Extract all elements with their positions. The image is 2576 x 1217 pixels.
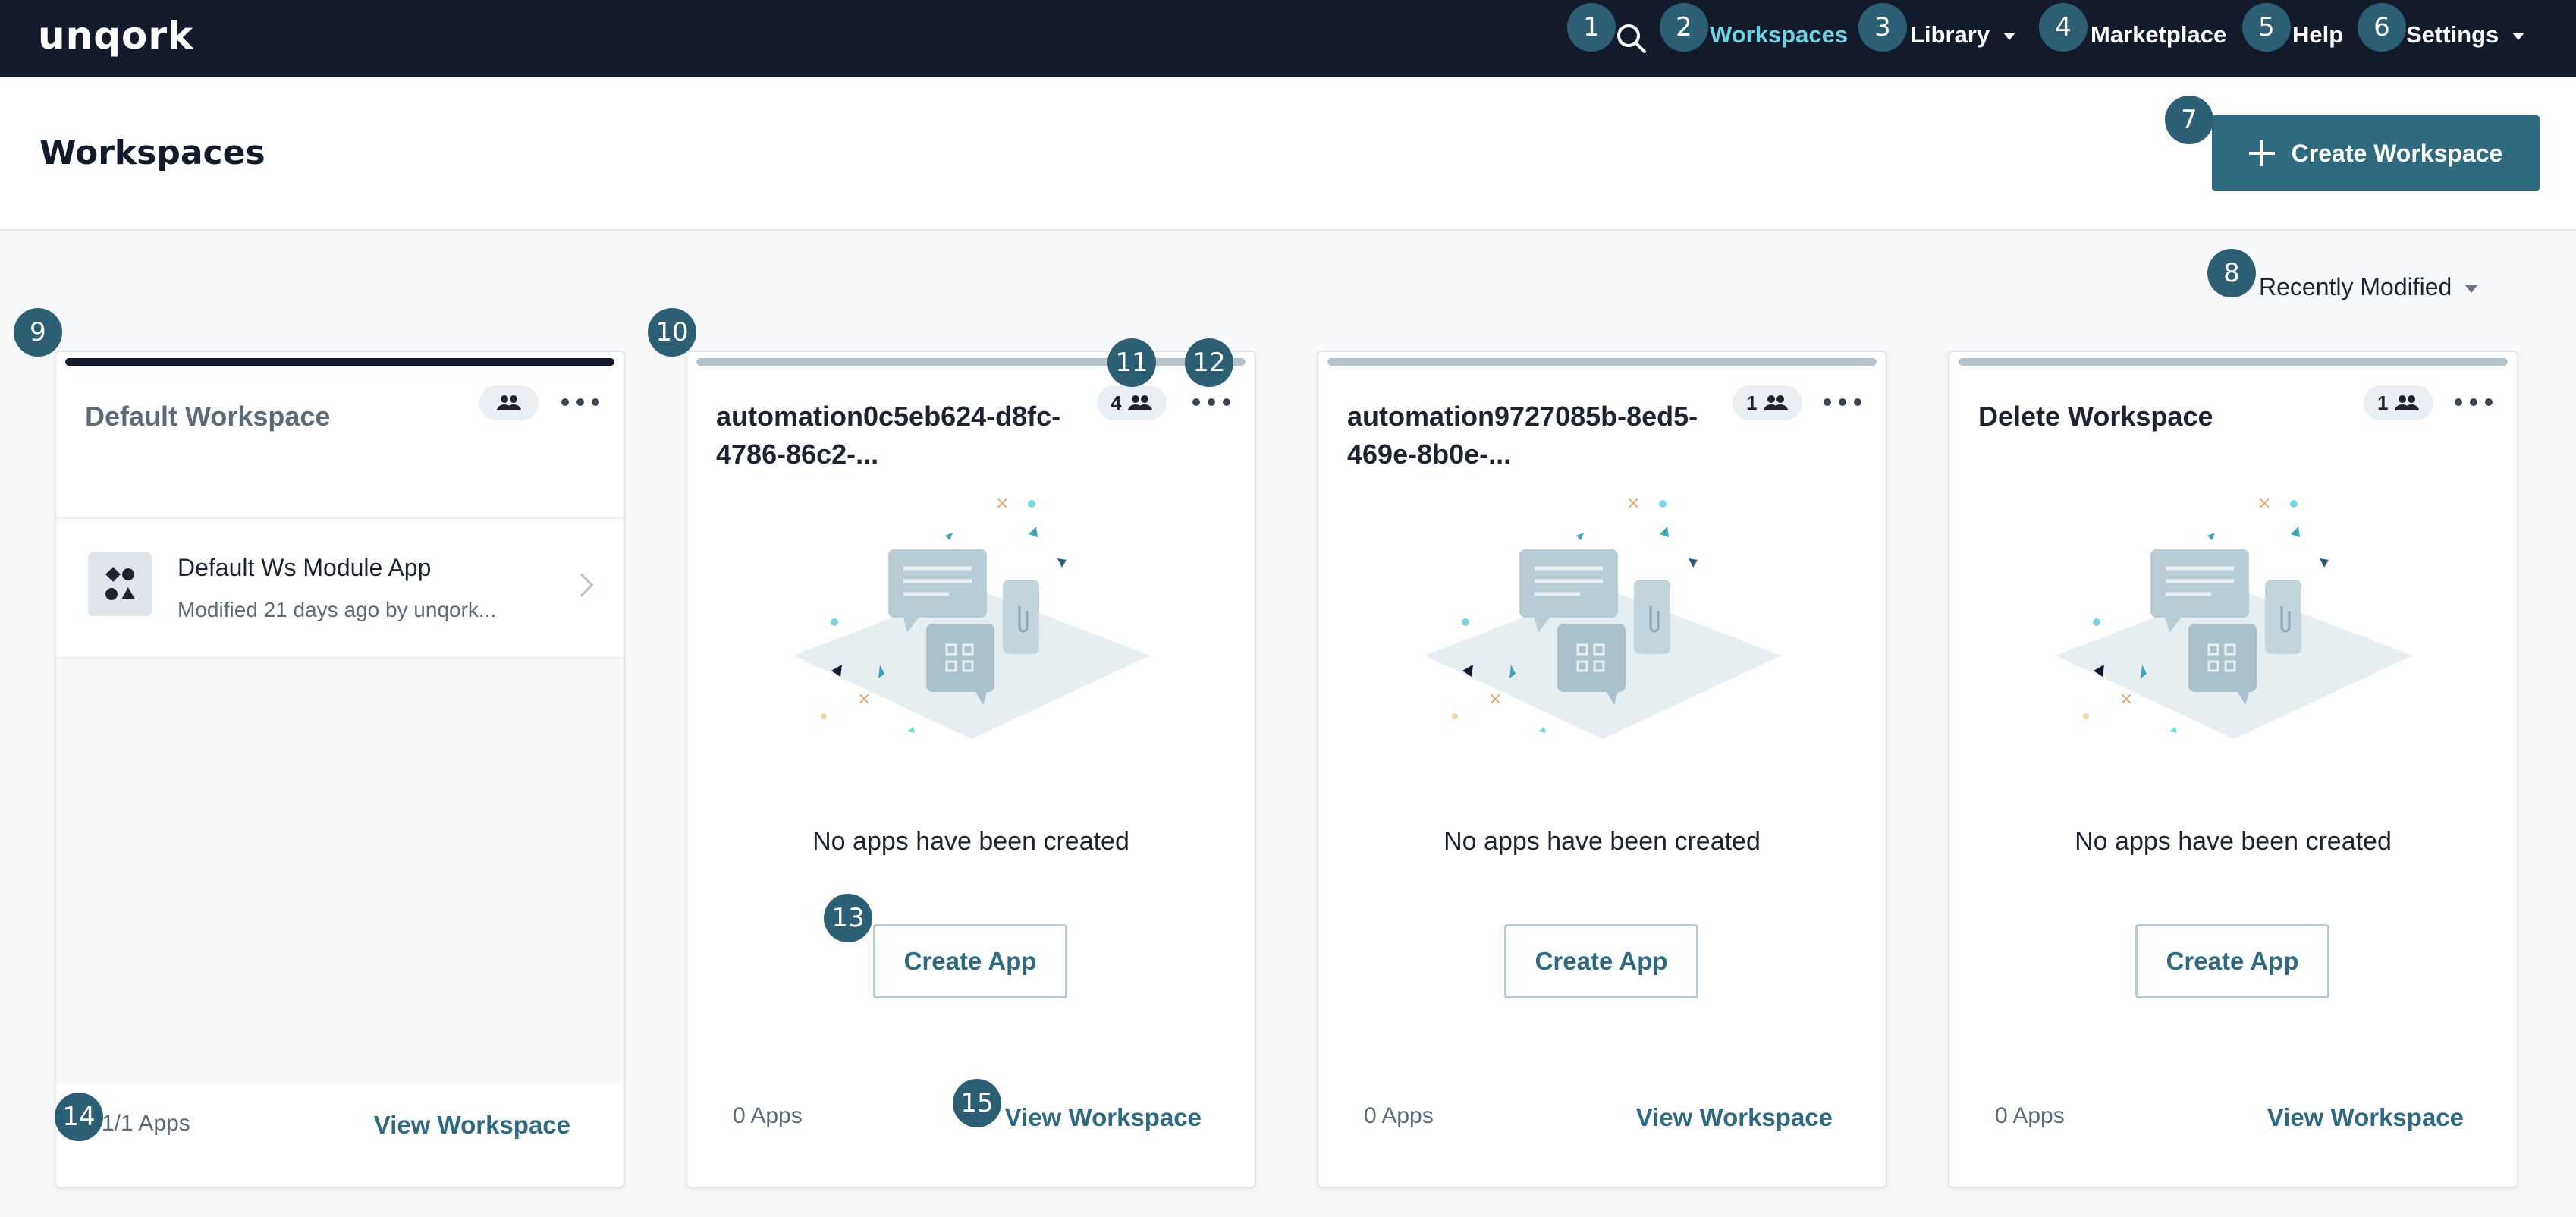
chevron-down-icon: [2465, 285, 2478, 293]
card-accent-bar: [696, 358, 1246, 366]
card-body: [56, 659, 624, 1083]
nav-library[interactable]: Library: [1910, 21, 2016, 49]
workspace-card: Default Workspace Default Ws Module App …: [55, 351, 625, 1188]
svg-text:×: ×: [995, 494, 1009, 513]
marker-13: 13: [824, 894, 872, 942]
nav-help[interactable]: Help: [2292, 21, 2343, 49]
page-title: Workspaces: [39, 134, 265, 172]
unqork-logo[interactable]: unqork: [38, 14, 193, 58]
more-options-icon[interactable]: [561, 387, 599, 417]
view-workspace-link[interactable]: View Workspace: [374, 1111, 570, 1140]
create-app-button[interactable]: Create App: [873, 924, 1067, 998]
marker-2: 2: [1660, 3, 1708, 52]
sort-dropdown[interactable]: Recently Modified: [2259, 273, 2478, 301]
view-workspace-link[interactable]: View Workspace: [1005, 1103, 1202, 1132]
users-icon: [1764, 395, 1789, 410]
svg-text:×: ×: [1626, 494, 1640, 513]
members-badge[interactable]: 4: [1097, 385, 1167, 420]
chevron-down-icon: [2003, 32, 2016, 40]
users-icon: [1128, 395, 1153, 410]
card-footer: 0 Apps View Workspace: [1318, 1080, 1886, 1187]
empty-state-text: No apps have been created: [812, 827, 1129, 856]
empty-state-text: No apps have been created: [2075, 827, 2392, 856]
marker-7: 7: [2165, 96, 2213, 144]
search-icon[interactable]: [1614, 21, 1648, 55]
create-app-button[interactable]: Create App: [2135, 924, 2329, 998]
card-accent-bar: [1959, 358, 2508, 366]
marker-11: 11: [1107, 338, 1156, 387]
members-badge[interactable]: 1: [2364, 385, 2434, 420]
chevron-down-icon: [2512, 32, 2525, 40]
workspace-card: automation9727085b-8ed5-469e-8b0e-... 1 …: [1317, 351, 1887, 1188]
marker-10: 10: [648, 308, 696, 357]
apps-count: 0 Apps: [733, 1103, 803, 1128]
svg-text:×: ×: [857, 690, 871, 709]
workspace-card: automation0c5eb624-d8fc-4786-86c2-... 4 …: [686, 351, 1256, 1188]
marker-6: 6: [2358, 3, 2406, 52]
nav-settings[interactable]: Settings: [2406, 21, 2525, 49]
marker-8: 8: [2207, 249, 2256, 297]
list-item[interactable]: Default Ws Module App Modified 21 days a…: [56, 517, 624, 659]
users-icon: [2395, 395, 2420, 410]
svg-text:×: ×: [2257, 494, 2271, 513]
more-options-icon[interactable]: [2455, 387, 2493, 417]
marker-15: 15: [953, 1079, 1001, 1127]
empty-apps-illustration: × ×: [2056, 494, 2412, 739]
marker-3: 3: [1858, 3, 1907, 52]
marker-5: 5: [2242, 3, 2291, 52]
workspace-title[interactable]: Delete Workspace: [1978, 398, 2342, 436]
card-footer: 0 Apps View Workspace: [1949, 1080, 2517, 1187]
app-modified: Modified 21 days ago by unqork...: [177, 598, 497, 621]
plus-icon: [2248, 140, 2275, 166]
workspace-title[interactable]: automation0c5eb624-d8fc-4786-86c2-...: [716, 398, 1080, 473]
view-workspace-link[interactable]: View Workspace: [1636, 1103, 1833, 1132]
empty-apps-illustration: × ×: [1425, 494, 1781, 739]
card-accent-bar: [1327, 358, 1877, 366]
nav-workspaces[interactable]: Workspaces: [1710, 21, 1848, 49]
workspace-title[interactable]: Default Workspace: [85, 398, 449, 436]
marker-4: 4: [2039, 3, 2088, 52]
svg-text:×: ×: [2119, 690, 2133, 709]
workspace-card: Delete Workspace 1 × × No apps have been…: [1948, 351, 2518, 1188]
empty-state-text: No apps have been created: [1444, 827, 1761, 856]
users-icon: [497, 395, 521, 410]
members-badge[interactable]: 1: [1733, 385, 1803, 420]
marker-12: 12: [1185, 338, 1233, 387]
card-accent-bar: [65, 358, 614, 366]
create-workspace-button[interactable]: Create Workspace: [2212, 115, 2540, 191]
module-app-icon: [88, 552, 152, 616]
view-workspace-link[interactable]: View Workspace: [2267, 1103, 2464, 1132]
marker-1: 1: [1567, 3, 1616, 52]
more-options-icon[interactable]: [1824, 387, 1861, 417]
workspace-title[interactable]: automation9727085b-8ed5-469e-8b0e-...: [1347, 398, 1711, 473]
apps-count: 1/1 Apps: [102, 1111, 190, 1136]
app-name: Default Ws Module App: [177, 554, 432, 581]
create-app-button[interactable]: Create App: [1504, 924, 1698, 998]
marker-9: 9: [14, 308, 62, 357]
card-footer: 1/1 Apps View Workspace: [56, 1080, 624, 1187]
svg-text:×: ×: [1488, 690, 1502, 709]
chevron-right-icon: [570, 573, 594, 597]
marker-14: 14: [55, 1093, 103, 1141]
members-badge[interactable]: [479, 385, 539, 420]
apps-count: 0 Apps: [1995, 1103, 2065, 1128]
more-options-icon[interactable]: [1192, 387, 1230, 417]
empty-apps-illustration: × ×: [793, 494, 1150, 739]
nav-marketplace[interactable]: Marketplace: [2091, 21, 2226, 49]
top-nav: unqork Workspaces Library Marketplace He…: [0, 0, 2576, 77]
apps-count: 0 Apps: [1364, 1103, 1434, 1128]
